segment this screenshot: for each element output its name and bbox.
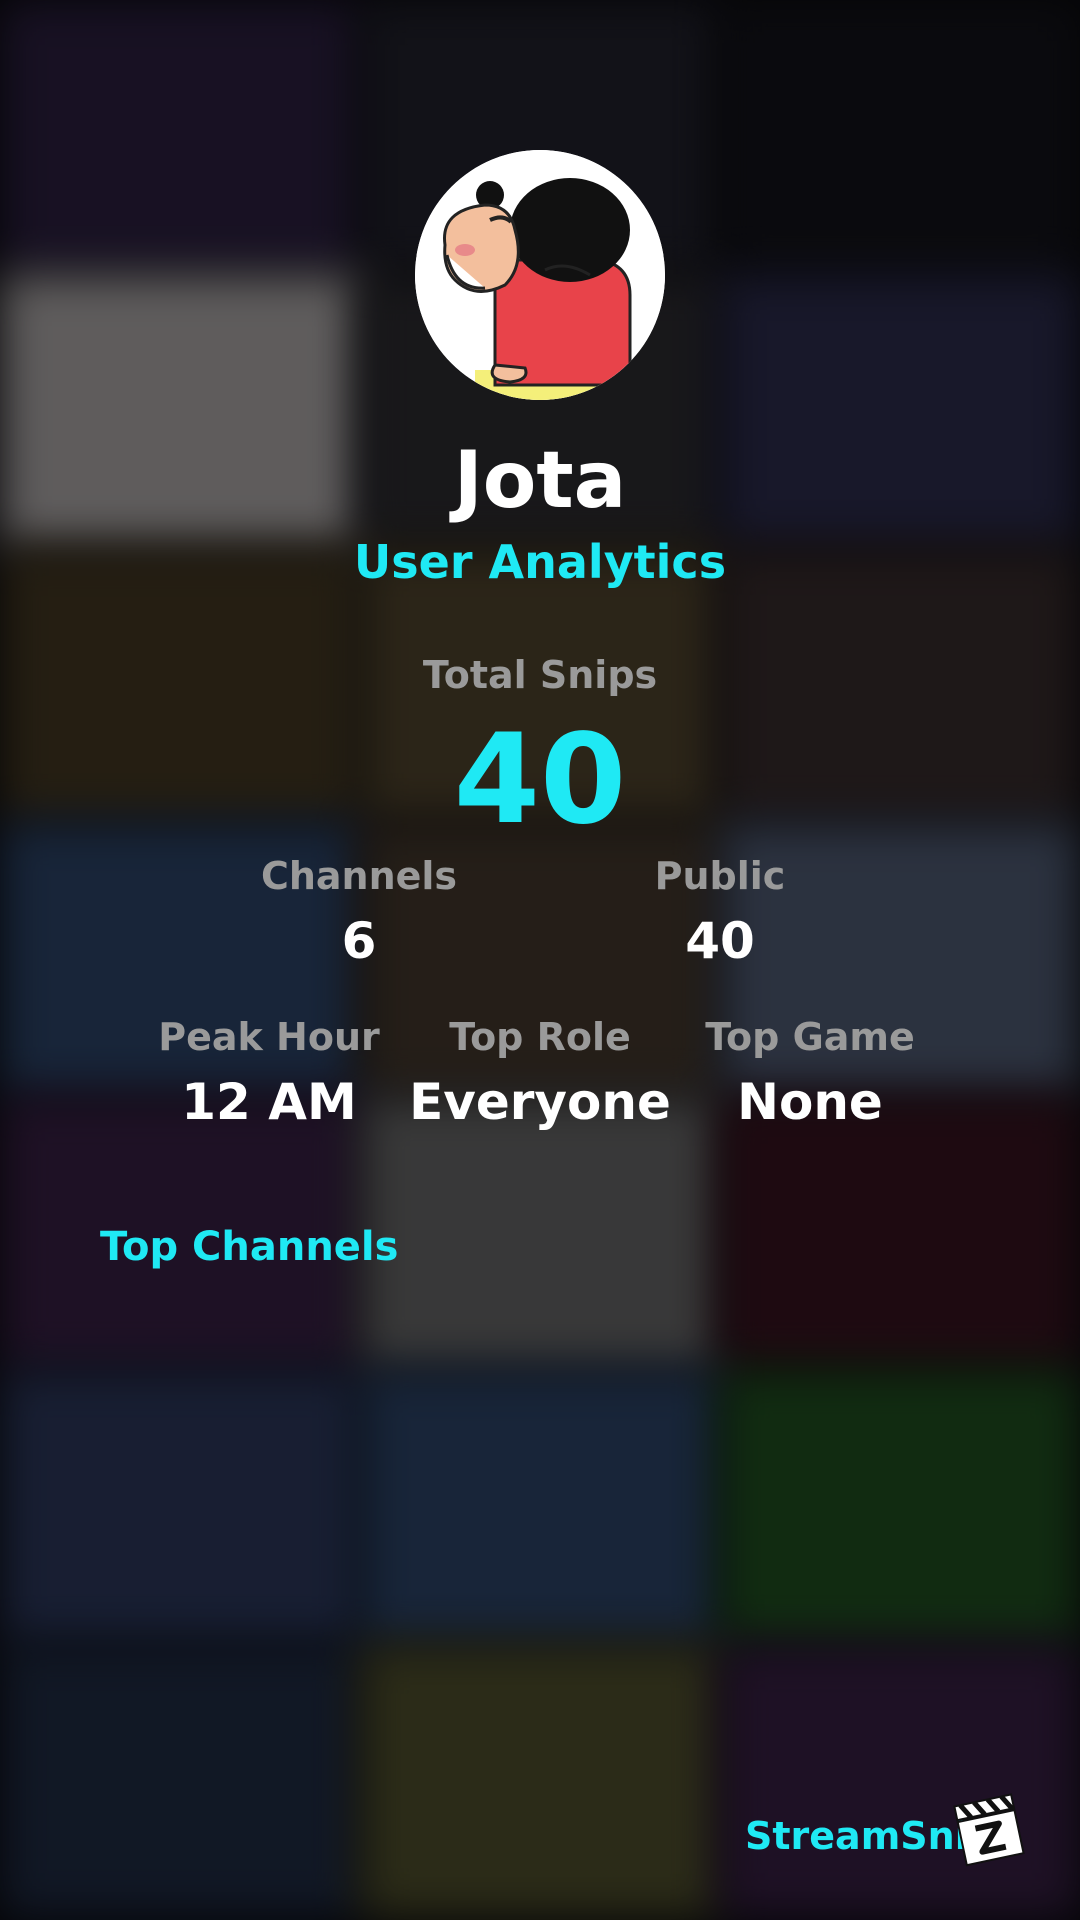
public-value: 40: [685, 912, 755, 970]
user-analytics-card: Jota User Analytics Total Snips 40 Chann…: [0, 0, 1080, 1920]
cartoon-avatar-icon: [415, 150, 665, 400]
channels-value: 6: [341, 912, 377, 970]
total-snips-label: Total Snips: [422, 653, 658, 697]
top-channels-heading: Top Channels: [100, 1224, 399, 1270]
top-game-value: None: [737, 1073, 883, 1131]
peak-hour-label: Peak Hour: [158, 1015, 380, 1059]
total-snips-value: 40: [453, 708, 627, 852]
peak-hour-value: 12 AM: [181, 1073, 357, 1131]
public-label: Public: [654, 854, 786, 898]
top-role-value: Everyone: [409, 1073, 671, 1131]
top-role-label: Top Role: [449, 1015, 631, 1059]
username: Jota: [453, 436, 627, 526]
page-subtitle: User Analytics: [353, 535, 727, 589]
clapperboard-logo-icon: [948, 1790, 1028, 1870]
channels-label: Channels: [260, 854, 458, 898]
top-game-label: Top Game: [705, 1015, 915, 1059]
